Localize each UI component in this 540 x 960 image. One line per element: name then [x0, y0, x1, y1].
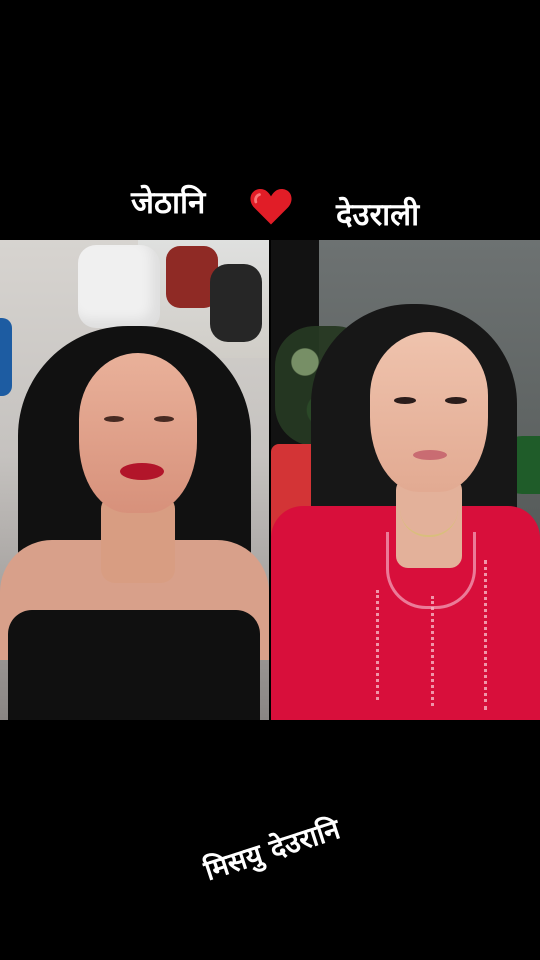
blue-object — [0, 318, 12, 396]
kurta-embroidery — [484, 560, 487, 710]
left-person-lips — [120, 463, 164, 480]
left-person-eye — [104, 416, 124, 422]
right-person-face — [370, 332, 488, 492]
dark-bag — [210, 264, 262, 342]
left-person-top — [8, 610, 260, 720]
top-left-caption: जेठानि — [131, 185, 206, 221]
left-person-face — [79, 353, 197, 513]
right-video-panel — [271, 240, 540, 720]
left-person-eye — [154, 416, 174, 422]
left-video-panel — [0, 240, 269, 720]
right-person-lips — [413, 450, 447, 460]
right-person-eye — [445, 397, 467, 404]
right-person-eye — [394, 397, 416, 404]
bottom-caption: मिसयु देउरानि — [200, 812, 344, 888]
heart-icon — [250, 189, 292, 225]
top-right-caption: देउराली — [336, 197, 420, 233]
white-bag — [78, 245, 160, 328]
kurta-embroidery — [376, 590, 379, 700]
kurta-embroidery — [431, 596, 434, 706]
